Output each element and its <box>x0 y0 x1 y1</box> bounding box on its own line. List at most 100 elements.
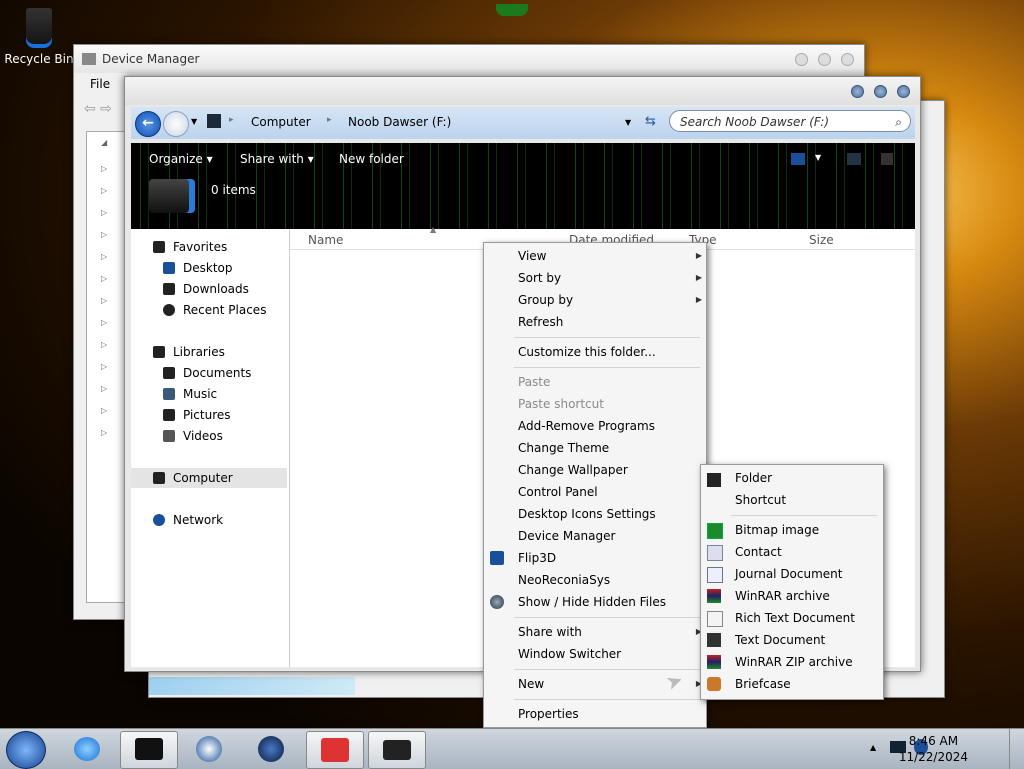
menu-customize-folder[interactable]: Customize this folder... <box>518 341 656 363</box>
nav-videos-label: Videos <box>183 429 223 443</box>
back-arrow-icon[interactable]: ← <box>135 111 161 137</box>
clock[interactable]: 8:46 AM 11/22/2024 <box>899 733 968 765</box>
close-button[interactable] <box>897 84 910 98</box>
menu-view-label: View <box>518 249 547 263</box>
new-submenu: Folder Shortcut Bitmap image Contact Jou… <box>700 464 884 700</box>
nav-pictures[interactable]: Pictures <box>131 405 287 425</box>
minimize-button[interactable] <box>795 52 808 66</box>
new-folder[interactable]: Folder <box>735 467 772 489</box>
address-dropdown-icon[interactable]: ▼ <box>625 118 631 127</box>
new-winrar-archive[interactable]: WinRAR archive <box>735 585 830 607</box>
nav-computer[interactable]: Computer <box>131 468 287 488</box>
share-with-button[interactable]: Share with ▾ <box>240 152 314 166</box>
forward-arrow-icon[interactable] <box>163 111 189 137</box>
device-manager-taskbar-button[interactable] <box>368 731 426 769</box>
submenu-arrow-icon: ▶ <box>695 295 702 304</box>
new-journal-document[interactable]: Journal Document <box>735 563 842 585</box>
menu-group-by[interactable]: Group by ▶ <box>518 289 702 311</box>
close-button[interactable] <box>841 52 854 66</box>
music-icon <box>163 388 175 400</box>
new-rich-text-document[interactable]: Rich Text Document <box>735 607 855 629</box>
maximize-button[interactable] <box>818 52 831 66</box>
explorer-taskbar-button[interactable] <box>120 731 178 769</box>
menu-properties[interactable]: Properties <box>518 703 579 725</box>
maximize-button[interactable] <box>874 84 887 98</box>
organize-button[interactable]: Organize ▾ <box>149 152 213 166</box>
menu-flip3d[interactable]: Flip3D <box>518 547 556 569</box>
top-glow-decoration <box>496 4 528 16</box>
refresh-icon[interactable]: ⇆ <box>645 114 656 129</box>
nav-videos[interactable]: Videos <box>131 426 287 446</box>
menu-control-panel[interactable]: Control Panel <box>518 481 598 503</box>
menu-show-hide-hidden-files[interactable]: Show / Hide Hidden Files <box>518 591 666 613</box>
new-winrar-zip-archive[interactable]: WinRAR ZIP archive <box>735 651 853 673</box>
search-input[interactable]: Search Noob Dawser (F:) ⌕ <box>669 110 911 132</box>
menu-neoreconiasys[interactable]: NeoReconiaSys <box>518 569 610 591</box>
menu-share-with[interactable]: Share with ▶ <box>518 621 702 643</box>
menu-window-switcher[interactable]: Window Switcher <box>518 643 621 665</box>
menu-view[interactable]: View ▶ <box>518 245 702 267</box>
menu-add-remove-programs[interactable]: Add-Remove Programs <box>518 415 655 437</box>
help-icon[interactable] <box>881 153 893 165</box>
breadcrumb-separator-icon[interactable]: ▸ <box>229 115 234 125</box>
search-placeholder: Search Noob Dawser (F:) <box>680 115 830 129</box>
view-icon[interactable] <box>791 153 805 165</box>
start-button-icon[interactable] <box>6 731 46 769</box>
menu-device-manager[interactable]: Device Manager <box>518 525 615 547</box>
taskbar: ▲ 8:46 AM 11/22/2024 <box>0 728 1024 769</box>
new-shortcut[interactable]: Shortcut <box>735 489 786 511</box>
navigation-pane[interactable]: Favorites Desktop Downloads Recent Place… <box>131 229 290 667</box>
menu-refresh[interactable]: Refresh <box>518 311 563 333</box>
menu-desktop-icons-settings[interactable]: Desktop Icons Settings <box>518 503 656 525</box>
nav-documents[interactable]: Documents <box>131 363 287 383</box>
clock-date: 11/22/2024 <box>898 750 968 764</box>
search-icon[interactable]: ⌕ <box>895 111 902 133</box>
preview-pane-icon[interactable] <box>847 153 861 165</box>
device-manager-titlebar[interactable]: Device Manager <box>74 45 864 73</box>
breadcrumb-separator-icon[interactable]: ▸ <box>327 115 332 125</box>
nav-desktop[interactable]: Desktop <box>131 258 287 278</box>
nav-favorites[interactable]: Favorites <box>131 237 287 257</box>
contact-icon <box>707 545 723 561</box>
back-forward-icon[interactable]: ⇦ ⇨ <box>84 101 124 117</box>
sort-arrow-icon: ▲ <box>430 225 437 234</box>
minimize-button[interactable] <box>851 84 864 98</box>
network-icon <box>153 514 165 526</box>
command-bar: Organize ▾ Share with ▾ New folder ▼ 0 i… <box>131 143 915 229</box>
internet-explorer-icon[interactable] <box>60 731 116 767</box>
rich-text-icon <box>707 611 723 627</box>
recent-pages-dropdown-icon[interactable]: ▼ <box>191 117 197 126</box>
new-contact[interactable]: Contact <box>735 541 782 563</box>
show-desktop-button[interactable] <box>1009 729 1024 769</box>
winrar-zip-icon <box>707 655 721 669</box>
menu-sort-by[interactable]: Sort by ▶ <box>518 267 702 289</box>
menu-sort-by-label: Sort by <box>518 271 562 285</box>
nav-downloads[interactable]: Downloads <box>131 279 287 299</box>
nav-network[interactable]: Network <box>131 510 287 530</box>
menu-separator <box>731 515 877 516</box>
explorer-titlebar[interactable] <box>125 77 920 105</box>
nav-recent-places[interactable]: Recent Places <box>131 300 287 320</box>
new-bitmap-image[interactable]: Bitmap image <box>735 519 819 541</box>
new-text-document[interactable]: Text Document <box>735 629 825 651</box>
bitmap-icon <box>707 523 723 539</box>
column-name[interactable]: Name <box>308 229 343 249</box>
menu-change-wallpaper[interactable]: Change Wallpaper <box>518 459 628 481</box>
show-hidden-icons-icon[interactable]: ▲ <box>870 743 876 752</box>
breadcrumb-computer[interactable]: Computer <box>251 115 311 129</box>
new-briefcase[interactable]: Briefcase <box>735 673 791 695</box>
breadcrumb-drive[interactable]: Noob Dawser (F:) <box>348 115 451 129</box>
nav-libraries[interactable]: Libraries <box>131 342 287 362</box>
nav-music[interactable]: Music <box>131 384 287 404</box>
recycle-bin-shortcut[interactable]: Recycle Bin <box>4 8 74 66</box>
menu-change-theme[interactable]: Change Theme <box>518 437 609 459</box>
view-dropdown-icon[interactable]: ▼ <box>815 153 821 162</box>
media-player-icon[interactable] <box>182 731 238 767</box>
nav-pictures-label: Pictures <box>183 408 231 422</box>
toolbox-taskbar-button[interactable] <box>306 731 364 769</box>
recent-places-icon <box>163 304 175 316</box>
column-size[interactable]: Size <box>809 229 834 249</box>
globe-icon[interactable] <box>244 731 300 767</box>
menu-file[interactable]: File <box>90 77 110 91</box>
new-folder-button[interactable]: New folder <box>339 152 404 166</box>
